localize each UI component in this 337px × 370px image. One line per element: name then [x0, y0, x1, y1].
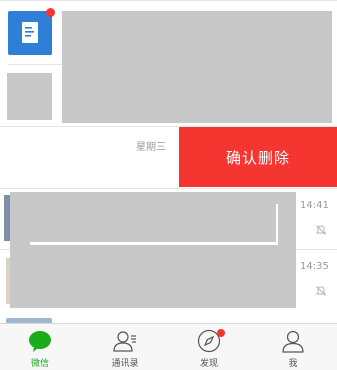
tab-label: 发现 [199, 359, 218, 369]
redacted-line [30, 242, 278, 245]
redacted-line [276, 204, 278, 242]
tab-label: 我 [288, 359, 298, 369]
redacted-content [10, 192, 296, 308]
tab-discover[interactable]: 发现 [179, 324, 239, 369]
avatar [8, 11, 52, 55]
unread-dot [46, 8, 55, 17]
delete-confirm-button[interactable]: 确认删除 [179, 127, 337, 187]
timestamp: 星期三 [136, 142, 166, 153]
delete-confirm-label: 确认删除 [225, 149, 290, 167]
tab-contacts[interactable]: 通讯录 [95, 324, 155, 369]
person-icon [282, 330, 304, 353]
tab-label: 微信 [30, 359, 49, 369]
mute-bell-icon [315, 286, 327, 296]
document-icon [22, 22, 38, 43]
tab-me[interactable]: 我 [263, 324, 323, 369]
chat-bubble-icon [29, 331, 51, 352]
avatar [7, 73, 52, 120]
timestamp: 14:35 [300, 261, 329, 272]
timestamp: 14:41 [300, 200, 329, 211]
chat-row-3[interactable]: 星期三 [0, 127, 179, 187]
tab-chats[interactable]: 微信 [10, 324, 70, 369]
tab-label: 通讯录 [111, 359, 139, 369]
discover-unread-dot [217, 329, 225, 337]
contacts-icon [113, 331, 136, 352]
chat-row-2[interactable] [0, 65, 337, 125]
mute-bell-icon [315, 225, 327, 235]
